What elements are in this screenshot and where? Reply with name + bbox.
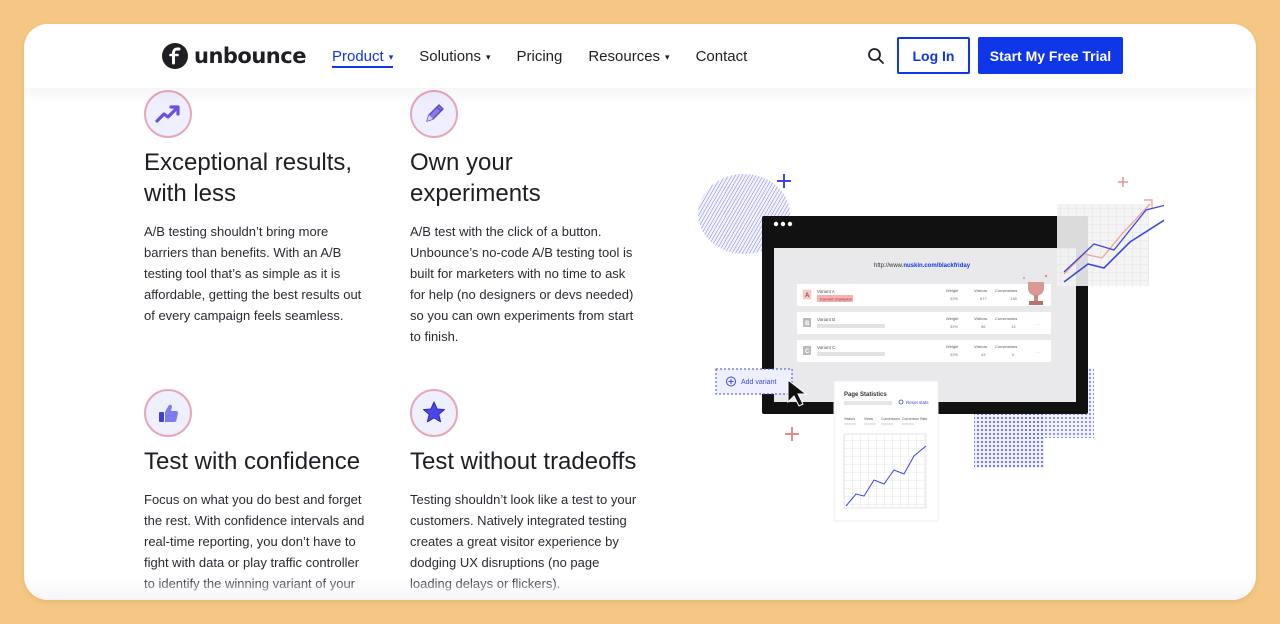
- feature-title: Own your experiments: [410, 149, 541, 207]
- main-menu: Product ▾ Solutions ▾ Pricing Resources …: [332, 24, 773, 88]
- svg-text:Weight: Weight: [946, 316, 959, 321]
- brand-name: unbounce: [194, 44, 306, 68]
- svg-text:138: 138: [1010, 296, 1017, 301]
- start-trial-button[interactable]: Start My Free Trial: [978, 37, 1123, 74]
- svg-text:···: ···: [1035, 322, 1041, 328]
- ab-testing-illustration: http://www.nuskin.com/blackfriday A Vari…: [698, 174, 1164, 522]
- nav-item-label: Pricing: [516, 47, 563, 65]
- svg-text:Conversions: Conversions: [995, 288, 1017, 293]
- nav-item-label: Product: [332, 47, 384, 65]
- svg-text:Current champion: Current champion: [820, 297, 852, 302]
- plus-icon: [1118, 177, 1128, 187]
- plus-icon: [777, 174, 791, 188]
- svg-text:13: 13: [1011, 324, 1016, 329]
- nav-item-resources[interactable]: Resources ▾: [588, 24, 669, 88]
- plus-icon: [785, 427, 799, 441]
- svg-text:Conversion Rate: Conversion Rate: [902, 417, 927, 421]
- variant-row: A Variant A Current champion Weight Visi…: [797, 284, 1051, 306]
- svg-text:33%: 33%: [950, 324, 958, 329]
- svg-text:Page Statistics: Page Statistics: [844, 392, 887, 398]
- svg-text:Conversions: Conversions: [995, 316, 1017, 321]
- feature-icon-badge: [144, 389, 192, 437]
- add-variant-button: Add variant: [715, 368, 793, 395]
- svg-text:Add variant: Add variant: [741, 379, 776, 386]
- svg-text:Visitors: Visitors: [974, 344, 987, 349]
- brand-logo[interactable]: unbounce: [161, 40, 306, 72]
- bottom-fade: [24, 578, 1256, 600]
- svg-text:56: 56: [981, 324, 986, 329]
- svg-text:Views: Views: [864, 417, 873, 421]
- svg-text:Variant B: Variant B: [817, 317, 835, 322]
- svg-text:Variant A: Variant A: [817, 289, 835, 294]
- feature-test-tradeoffs: Test without tradeoffs Testing shouldn’t…: [410, 389, 642, 594]
- feature-icon-badge: [410, 90, 458, 138]
- feature-title: Exceptional results, with less: [144, 149, 353, 207]
- feature-body: A/B testing shouldn’t bring more barrier…: [144, 224, 362, 323]
- svg-text:Conversions: Conversions: [995, 344, 1017, 349]
- svg-text:43: 43: [981, 352, 986, 357]
- feature-title: Test without tradeoffs: [410, 448, 637, 475]
- svg-text:Weight: Weight: [946, 344, 959, 349]
- nav-item-product[interactable]: Product ▾: [332, 24, 394, 88]
- svg-text:···: ···: [1035, 350, 1041, 356]
- thumbs-up-icon: [159, 404, 179, 423]
- chevron-down-icon: ▾: [388, 51, 394, 62]
- feature-body: A/B test with the click of a button. Unb…: [410, 224, 634, 344]
- svg-text:Reset stats: Reset stats: [906, 400, 929, 405]
- nav-item-pricing[interactable]: Pricing: [516, 24, 562, 88]
- svg-text:Visitors: Visitors: [844, 417, 855, 421]
- svg-text:Conversions: Conversions: [881, 417, 900, 421]
- svg-text:33%: 33%: [950, 296, 958, 301]
- feature-test-confidence: Test with confidence Focus on what you d…: [144, 389, 369, 600]
- browser-frame: unbounce Product ▾ Solutions ▾ Pricing R…: [24, 24, 1256, 600]
- nav-item-solutions[interactable]: Solutions ▾: [419, 24, 490, 88]
- feature-exceptional-results: Exceptional results, with less A/B testi…: [144, 90, 369, 326]
- chevron-down-icon: ▾: [485, 51, 491, 62]
- variant-row: B Variant B Weight Visitors Conversions …: [797, 312, 1051, 334]
- nav-item-label: Resources: [588, 47, 661, 65]
- nav-item-label: Solutions: [419, 47, 481, 65]
- nav-item-contact[interactable]: Contact: [696, 24, 748, 88]
- svg-text:B: B: [805, 321, 810, 327]
- svg-text:Visitors: Visitors: [974, 316, 987, 321]
- feature-icon-badge: [410, 389, 458, 437]
- chevron-down-icon: ▾: [665, 51, 670, 62]
- trend-up-icon: [155, 105, 180, 123]
- feature-title: Test with confidence: [144, 448, 361, 475]
- svg-text:Variant C: Variant C: [817, 345, 836, 350]
- svg-text:A: A: [805, 293, 810, 299]
- top-nav: unbounce Product ▾ Solutions ▾ Pricing R…: [24, 24, 1256, 88]
- logo-mark-icon: [162, 43, 188, 69]
- page-statistics-card: Page Statistics Reset stats Visitors Vie…: [833, 380, 939, 522]
- feature-own-experiments: Own your experiments A/B test with the c…: [410, 90, 642, 347]
- svg-text:Weight: Weight: [946, 288, 959, 293]
- search-icon[interactable]: [867, 47, 885, 65]
- star-icon: [423, 401, 445, 423]
- svg-text:Visitors: Visitors: [974, 288, 987, 293]
- feature-icon-badge: [144, 90, 192, 138]
- svg-text:677: 677: [980, 296, 987, 301]
- pencil-icon: [426, 104, 444, 122]
- svg-text:33%: 33%: [950, 352, 958, 357]
- variant-row: C Variant C Weight Visitors Conversions …: [797, 340, 1051, 362]
- nav-item-label: Contact: [695, 47, 748, 65]
- svg-text:C: C: [805, 349, 810, 355]
- url-bar: http://www.nuskin.com/blackfriday: [874, 263, 971, 269]
- login-button[interactable]: Log In: [897, 37, 970, 74]
